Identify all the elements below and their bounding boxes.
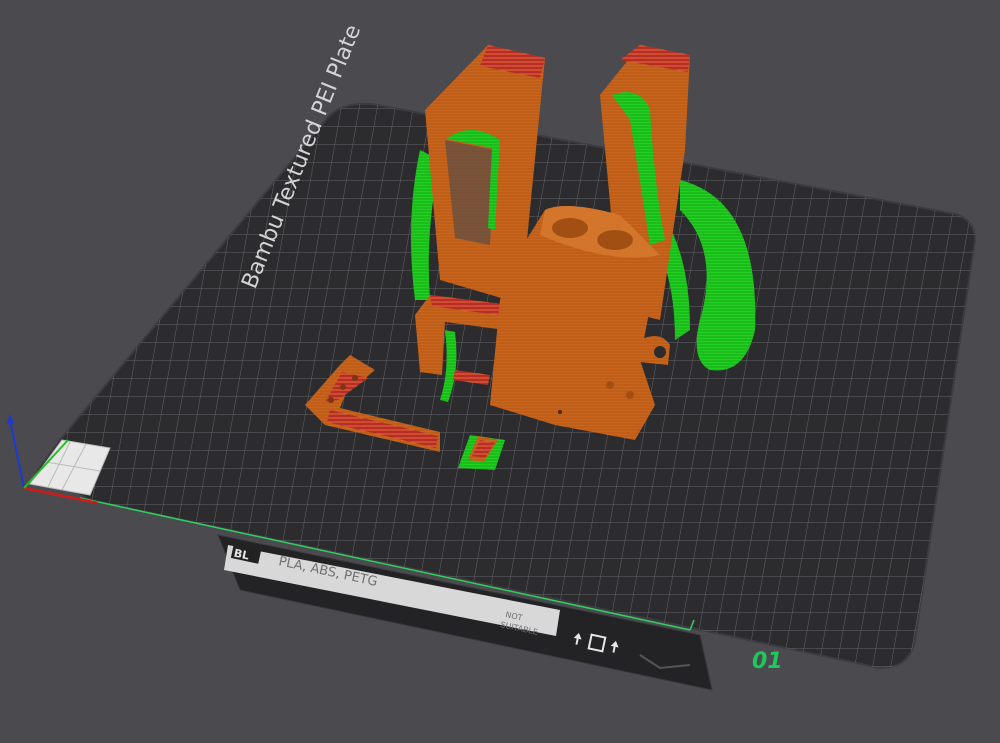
- plate-number-label[interactable]: 01: [752, 649, 783, 674]
- 3d-viewport[interactable]: Bambu Textured PEI Plate BL PLA, ABS, PE…: [0, 0, 1000, 743]
